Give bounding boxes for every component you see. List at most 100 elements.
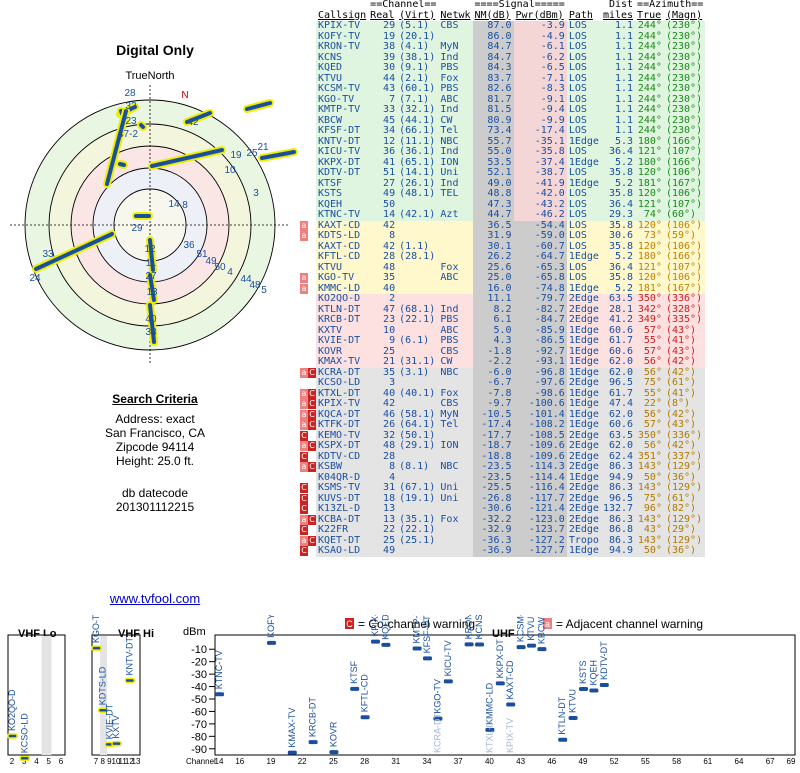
azimuth-true-cell: 244° [635,83,664,95]
azimuth-magn-cell: (129°) [663,482,706,494]
distance-cell: 94.9 [600,545,636,557]
chart-point-label: KTVU [526,617,536,641]
azimuth-true-cell: 349° [635,314,664,326]
chart-point [412,646,422,651]
azimuth-true-cell: 120° [635,188,664,200]
adjacent-warning-icon: a [300,273,308,283]
co-channel-warning-icon: C [308,462,316,472]
chart-x-tick-label: 16 [235,757,244,766]
azimuth-magn-cell: (129°) [663,461,706,473]
table-header-row-1: ==Channel== ====Signal===== Dist ==Azimu… [300,0,705,11]
virtual-channel-cell: (14.1) [397,167,439,179]
power-cell: -121.4 [513,503,567,515]
chart-y-tick-label: -80 [191,731,207,743]
power-cell: -86.5 [513,335,567,347]
signal-chart: C = Co-channel warning a = Adjacent channel… [7,599,796,766]
chart-point-label: KOFY-TV [266,615,276,638]
chart-y-tick-label: -40 [191,682,207,694]
polar-channel-label: 32 [125,101,137,112]
chart-point-label: KXTV [111,715,121,739]
network-cell [438,546,473,557]
table-row: KRCB-DT 23 (22.1) PBS 6.1 -84.7 2Edge 41.2 349°(… [300,314,706,326]
polar-channel-label: 21 [257,142,269,153]
azimuth-magn-cell: (82°) [663,503,706,515]
virtual-channel-cell: (66.1) [397,125,439,137]
chart-point-label: KTVU [568,689,578,713]
nm-cell: 82.6 [472,83,514,95]
callsign-cell: KMTP-TV [316,104,369,116]
warning-cell [300,116,316,127]
warning-cell: aC [300,462,316,473]
azimuth-magn-cell: (230°) [663,62,706,74]
warning-cell: aC [300,441,316,452]
table-row: KQED 30 (9.1) PBS 84.3 -6.5 LOS 1.1 244° (230°) [300,62,706,74]
network-cell: ION [438,440,473,452]
warning-cell [300,294,316,305]
path-cell: 2Edge [566,377,601,389]
chart-point-label: KQED [380,615,390,640]
azimuth-magn-cell: (106°) [663,272,706,284]
warning-cell [300,326,316,337]
warning-cell [300,179,316,190]
warning-cell [300,147,316,158]
real-channel-cell: 43 [368,83,398,95]
table-row: KO2QO-D 2 11.1 -79.7 2Edge 63.5 350° (336°) [300,293,706,305]
callsign-cell: KVIE-DT [316,335,369,347]
chart-x-tick-label: 28 [360,757,369,766]
warning-cell [300,263,316,274]
polar-channel-label: 10 [224,165,236,176]
chart-point [19,755,30,761]
chart-point-label: KDTS-LD [98,666,108,705]
nm-cell: 26.2 [472,251,514,263]
co-channel-warning-icon: C [308,399,316,409]
virtual-channel-cell: (22.1) [397,524,439,536]
nm-cell: -36.9 [472,545,514,557]
chart-x-tick-label: 55 [641,757,650,766]
chart-x-tick-label: 13 [132,757,141,766]
chart-x-tick-label: 64 [735,757,744,766]
path-cell: LOS [566,83,601,95]
warning-cell [300,63,316,74]
callsign-cell: KRCB-DT [316,314,369,326]
header-signal-group: ====Signal===== [474,0,565,10]
warning-cell: aC [300,367,316,379]
chart-panel-label: UHF [492,628,515,640]
chart-point [329,750,339,755]
azimuth-magn-cell: (61°) [663,377,706,389]
chart-x-tick-label: 52 [610,757,619,766]
callsign-cell: KDTS-LD [316,230,369,242]
network-cell [438,504,473,515]
chart-y-tick-label: -50 [191,694,207,706]
warning-cell [300,32,316,43]
adjacent-warning-icon: a [300,367,308,378]
co-channel-legend-glyph: C [346,619,353,629]
power-cell: -35.8 [513,146,567,158]
warning-cell: C [300,546,316,557]
chart-point [475,642,484,647]
path-cell: 1Edge [566,335,601,347]
co-channel-warning-icon: C [308,514,316,525]
tvfool-link[interactable]: www.tvfool.com [0,591,310,606]
signal-chart-area: C = Co-channel warning a = Adjacent channel… [0,599,800,768]
virtual-channel-cell: (60.1) [397,83,439,95]
chart-point-label: KQEH [588,660,598,686]
path-cell: 1Edge [566,356,601,368]
adjacent-warning-icon: a [300,514,308,525]
chart-point-label: KDTV-DT [599,641,609,680]
virtual-channel-cell [397,283,439,294]
chart-x-tick-label: 58 [672,757,681,766]
chart-x-tick-label: 5 [47,757,52,766]
azimuth-true-cell: 74° [635,209,664,221]
power-cell: -59.0 [513,230,567,242]
warning-cell [300,168,316,179]
azimuth-magn-cell: (36°) [663,545,706,557]
table-row: a KDTS-LD 8 31.9 -59.0 LOS 30.6 73° (59°) [300,230,706,242]
network-cell: PBS [438,62,473,74]
page-title: Digital Only [116,42,194,58]
azimuth-true-cell: 244° [635,20,664,32]
power-cell: -97.6 [513,377,567,389]
adjacent-warning-icon: a [300,220,308,231]
nm-cell: 55.0 [472,146,514,158]
chart-point-label: KAXT-CD [505,660,515,700]
azimuth-true-cell: 244° [635,104,664,116]
